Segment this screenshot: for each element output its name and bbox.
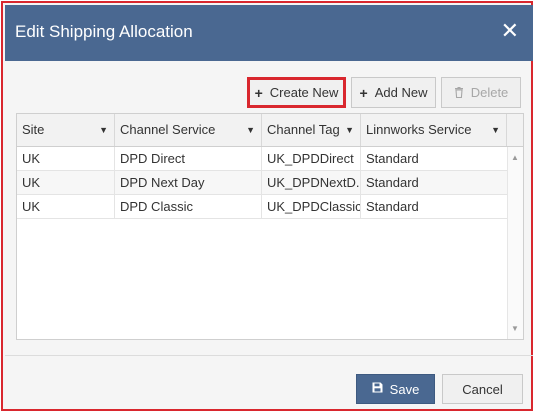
cancel-button[interactable]: Cancel (442, 374, 523, 404)
save-icon (372, 382, 383, 396)
caret-down-icon[interactable]: ▼ (491, 114, 500, 146)
column-header-linnworks-service[interactable]: Linnworks Service ▼ (361, 114, 507, 146)
column-header-site[interactable]: Site ▼ (17, 114, 115, 146)
cell-linnworks-service: Standard (366, 175, 419, 190)
save-label: Save (389, 381, 420, 397)
cell-channel-service: DPD Direct (115, 147, 262, 171)
add-new-button[interactable]: + Add New (351, 77, 436, 108)
cell-channel-service: DPD Classic (115, 195, 262, 219)
scroll-up-icon[interactable]: ▲ (511, 153, 519, 162)
cell-channel-tag: UK_DPDClassic (262, 195, 361, 219)
plus-icon: + (254, 84, 263, 101)
table-row[interactable]: UK DPD Classic UK_DPDClassic Standard (17, 195, 507, 219)
cell-site: UK (17, 171, 115, 195)
create-new-label: Create New (269, 85, 339, 100)
cell-site: UK (17, 147, 115, 171)
close-icon[interactable]: ✕ (501, 19, 519, 43)
table-row[interactable]: UK DPD Direct UK_DPDDirect Standard (17, 147, 507, 171)
grid-scrollbar[interactable]: ▲ ▼ (507, 147, 523, 339)
scroll-down-icon[interactable]: ▼ (511, 324, 519, 333)
delete-button[interactable]: Delete (441, 77, 521, 108)
cell-channel-service: DPD Next Day (115, 171, 262, 195)
caret-down-icon[interactable]: ▼ (345, 114, 354, 146)
save-button[interactable]: Save (356, 374, 435, 404)
cell-channel-tag: UK_DPDNextD... (262, 171, 361, 195)
cell-linnworks-service: Standard (366, 199, 419, 214)
allocation-grid: Site ▼ Channel Service ▼ Channel Tag ▼ L… (16, 113, 524, 340)
cancel-label: Cancel (462, 381, 503, 397)
column-header-label: Channel Tag (267, 122, 340, 137)
cell-channel-tag: UK_DPDDirect (262, 147, 361, 171)
dialog-titlebar: Edit Shipping Allocation ✕ (5, 5, 533, 61)
trash-icon (454, 85, 464, 101)
column-header-channel-service[interactable]: Channel Service ▼ (115, 114, 262, 146)
delete-label: Delete (470, 85, 509, 100)
dialog-title: Edit Shipping Allocation (15, 22, 193, 41)
caret-down-icon[interactable]: ▼ (99, 114, 108, 146)
footer-divider (5, 355, 533, 356)
column-header-channel-tag[interactable]: Channel Tag ▼ (262, 114, 361, 146)
column-header-label: Channel Service (120, 122, 216, 137)
cell-site: UK (17, 195, 115, 219)
cell-linnworks-service: Standard (366, 151, 419, 166)
column-header-label: Linnworks Service (366, 122, 472, 137)
plus-icon: + (359, 84, 368, 101)
dialog-frame: Edit Shipping Allocation ✕ + Create New … (1, 1, 533, 411)
create-new-button[interactable]: + Create New (247, 77, 346, 108)
grid-header: Site ▼ Channel Service ▼ Channel Tag ▼ L… (17, 114, 523, 147)
caret-down-icon[interactable]: ▼ (246, 114, 255, 146)
table-row[interactable]: UK DPD Next Day UK_DPDNextD... Standard (17, 171, 507, 195)
column-header-label: Site (22, 122, 45, 137)
add-new-label: Add New (374, 85, 428, 100)
